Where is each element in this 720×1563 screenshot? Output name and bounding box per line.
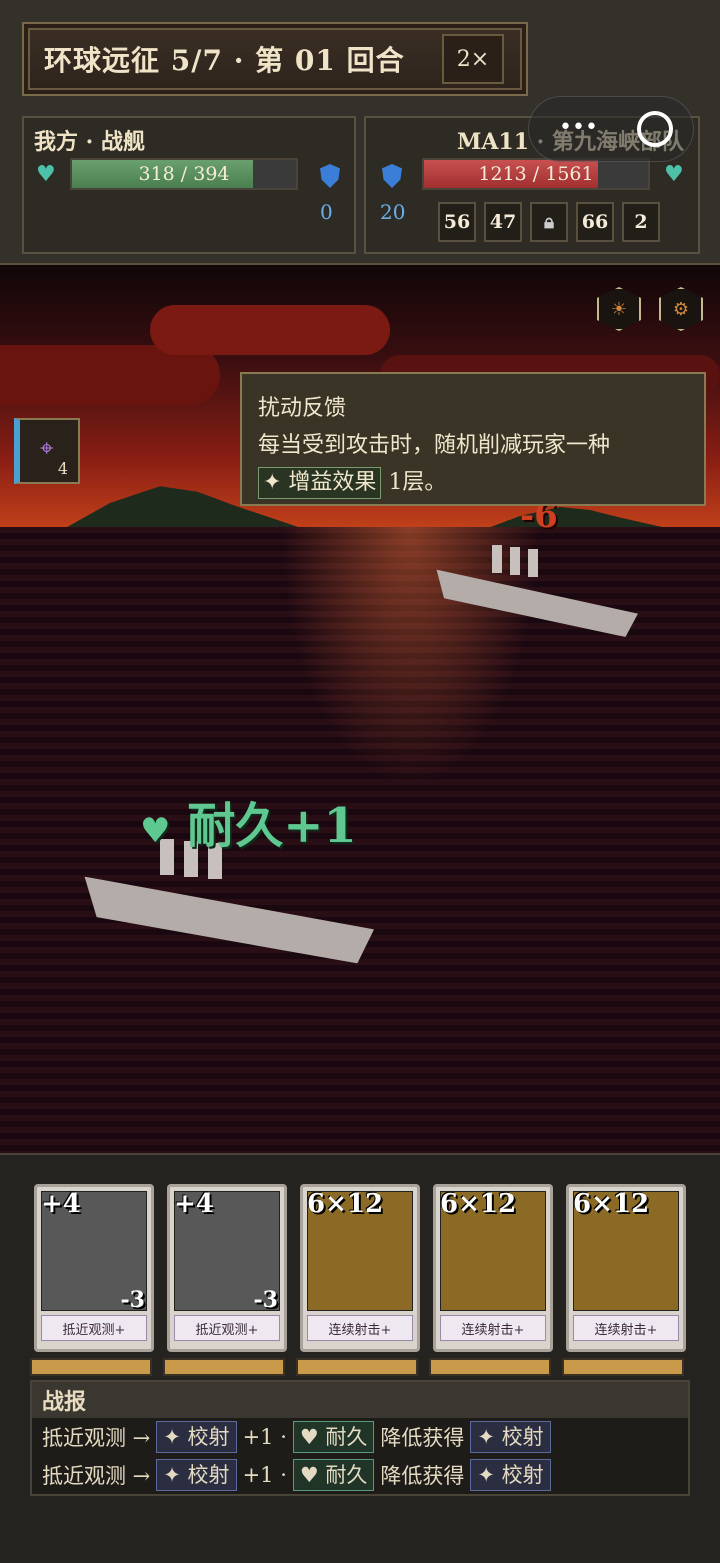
card-slot-bar (296, 1358, 418, 1376)
ship-funnel (492, 545, 502, 573)
card-3[interactable]: 连续射击+ 6×12 (433, 1184, 553, 1352)
card-4[interactable]: 连续射击+ 6×12 (566, 1184, 686, 1352)
tooltip-line1: 每当受到攻击时，随机削减玩家一种 (258, 433, 611, 458)
durability-float-text: ♥ 耐久+1 (140, 786, 357, 856)
card-cost: 6×12 (573, 1189, 650, 1219)
card-cost: +4 (41, 1189, 81, 1219)
card-modifier: -3 (253, 1287, 278, 1313)
card-slot-bar (562, 1358, 684, 1376)
report-source: 抵近观测 → (42, 1464, 151, 1488)
tooltip-title: 扰动反馈 (258, 396, 347, 421)
enemy-stat-attack-3[interactable]: 66 (576, 202, 614, 242)
player-shield-value: 0 (320, 200, 333, 224)
heart-icon: ♥ (664, 162, 684, 187)
speed-button[interactable]: 2× (442, 34, 504, 84)
card-cost: +4 (174, 1189, 214, 1219)
report-verb: 降低获得 (380, 1464, 465, 1488)
tooltip: 扰动反馈 每当受到攻击时，随机削减玩家一种 ✦ 增益效果 1层。 (240, 372, 706, 506)
heart-icon: ♥ (36, 162, 56, 187)
player-hp-bar: 318 / 394 (70, 158, 298, 190)
ship-funnel (510, 547, 520, 575)
heart-icon: ♥ (140, 811, 171, 851)
float-text-value: 耐久+1 (187, 798, 357, 854)
card-modifier: -3 (120, 1287, 145, 1313)
ship-funnel (528, 549, 538, 577)
durability-chip: ♥ 耐久 (292, 1459, 375, 1491)
report-verb: 降低获得 (380, 1426, 465, 1450)
card-slot-bar (429, 1358, 551, 1376)
top-panel: 环球远征 5/7 · 第 01 回合 2× 我方 · 战舰 ♥ 318 / 39… (0, 0, 720, 265)
crosshair-icon: ⌖ (40, 434, 54, 462)
card-slot-bar (163, 1358, 285, 1376)
report-line: 抵近观测 → ✦ 校射 +1 · ♥ 耐久 降低获得 ✦ 校射 (32, 1456, 688, 1494)
card-name: 抵近观测+ (174, 1315, 280, 1341)
calibrate-chip: ✦ 校射 (470, 1459, 551, 1491)
card-0[interactable]: 抵近观测+ +4 -3 (34, 1184, 154, 1352)
report-line: 抵近观测 → ✦ 校射 +1 · ♥ 耐久 降低获得 ✦ 校射 (32, 1418, 688, 1456)
battle-report: 战报 抵近观测 → ✦ 校射 +1 · ♥ 耐久 降低获得 ✦ 校射 抵近观测 … (30, 1380, 690, 1496)
card-name: 连续射击+ (440, 1315, 546, 1341)
calibrate-chip: ✦ 校射 (156, 1459, 237, 1491)
player-name: 我方 · 战舰 (34, 129, 145, 155)
report-amount: +1 · (242, 1425, 287, 1449)
card-name: 抵近观测+ (41, 1315, 147, 1341)
calibrate-chip: ✦ 校射 (470, 1421, 551, 1453)
buff-effect-tag: ✦ 增益效果 (258, 467, 382, 499)
player-hp-text: 318 / 394 (138, 163, 230, 185)
enemy-stat-attack[interactable]: 56 (438, 202, 476, 242)
enemy-hp-text: 1213 / 1561 (478, 163, 594, 185)
card-cost: 6×12 (307, 1189, 384, 1219)
lock-icon[interactable]: 🔒︎ (530, 202, 568, 242)
enemy-shield-value: 20 (380, 200, 406, 224)
buff-slot[interactable]: ⌖ 4 (14, 418, 80, 484)
tooltip-suffix: 1层。 (388, 470, 447, 495)
card-2[interactable]: 连续射击+ 6×12 (300, 1184, 420, 1352)
more-icon[interactable]: ••• (559, 115, 598, 140)
card-1[interactable]: 抵近观测+ +4 -3 (167, 1184, 287, 1352)
close-target-icon[interactable] (637, 111, 673, 147)
calibrate-chip: ✦ 校射 (156, 1421, 237, 1453)
player-panel: 我方 · 战舰 ♥ 318 / 394 0 (22, 116, 356, 254)
durability-chip: ♥ 耐久 (292, 1421, 375, 1453)
cloud (150, 305, 390, 355)
card-cost: 6×12 (440, 1189, 517, 1219)
card-slot-bar (30, 1358, 152, 1376)
miniprogram-capsule[interactable]: ••• (528, 96, 694, 162)
enemy-stat-attack-2[interactable]: 47 (484, 202, 522, 242)
report-source: 抵近观测 → (42, 1426, 151, 1450)
enemy-stat-buff[interactable]: 2 (622, 202, 660, 242)
shield-icon (320, 164, 340, 188)
buff-count: 4 (57, 459, 68, 478)
report-amount: +1 · (242, 1463, 287, 1487)
report-title: 战报 (32, 1382, 688, 1418)
card-name: 连续射击+ (573, 1315, 679, 1341)
card-name: 连续射击+ (307, 1315, 413, 1341)
shield-icon (382, 164, 402, 188)
enemy-hp-bar: 1213 / 1561 (422, 158, 650, 190)
